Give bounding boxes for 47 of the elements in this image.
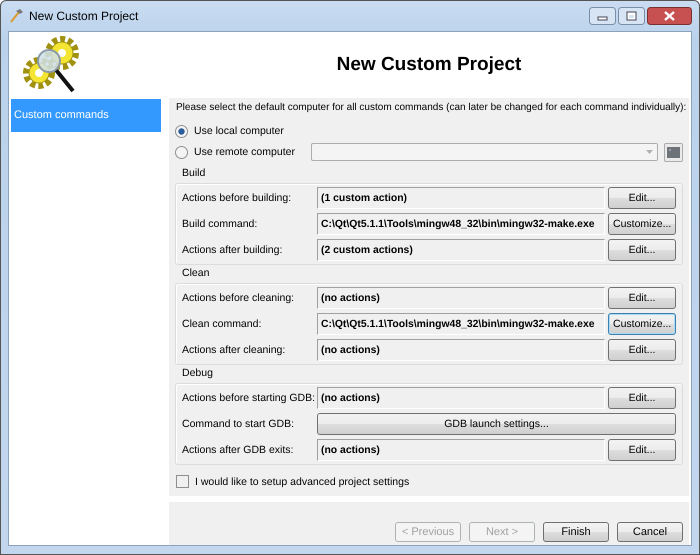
field-label: Actions after cleaning: [182, 344, 286, 356]
instruction-text: Please select the default computer for all custom commands (can later be changed for each command individually): [176, 102, 683, 113]
field-label: Actions before cleaning: [182, 292, 296, 304]
read-only-field: (no actions) [317, 339, 605, 361]
checkbox-label: I would like to setup advanced project settings [195, 476, 410, 488]
dropdown-arrow-icon [646, 150, 653, 154]
maximize-icon[interactable] [618, 7, 645, 25]
field-label: Actions after building: [182, 244, 284, 256]
read-only-field: (2 custom actions) [317, 239, 605, 261]
read-only-field: (no actions) [317, 439, 605, 461]
read-only-field: C:\Qt\Qt5.1.1\Tools\mingw48_32\bin\mingw32-make.exe [317, 313, 605, 335]
radio-button[interactable] [175, 124, 188, 138]
read-only-field: (1 custom action) [317, 187, 605, 209]
wizard-button[interactable]: Cancel [617, 522, 683, 542]
window-title: New Custom Project [29, 9, 140, 23]
terminal-button[interactable] [664, 142, 683, 162]
edit-button[interactable]: Edit... [608, 239, 676, 261]
group-title: Build [181, 167, 206, 181]
terminal-icon [667, 146, 680, 158]
read-only-field: C:\Qt\Qt5.1.1\Tools\mingw48_32\bin\mingw32-make.exe [317, 213, 605, 235]
field-label: Clean command: [182, 318, 262, 330]
edit-button[interactable]: Edit... [608, 439, 676, 461]
radio-label: Use local computer [194, 125, 284, 137]
checkbox[interactable] [176, 475, 189, 488]
edit-button[interactable]: Edit... [608, 339, 676, 361]
launch-settings-button[interactable]: GDB launch settings... [317, 413, 676, 435]
field-label: Actions after GDB exits: [182, 444, 294, 456]
group-title: Debug [181, 367, 214, 381]
wizard-button[interactable]: Finish [543, 522, 609, 542]
read-only-field: (no actions) [317, 387, 605, 409]
field-label: Actions before building: [182, 192, 292, 204]
radio-label: Use remote computer [194, 146, 295, 158]
page-heading: New Custom Project [336, 54, 522, 76]
field-label: Command to start GDB: [182, 418, 296, 430]
edit-button[interactable]: Edit... [608, 287, 676, 309]
hammer-icon [8, 8, 24, 24]
radio-button[interactable] [175, 146, 188, 158]
edit-button[interactable]: Customize... [608, 313, 676, 335]
group-title: Clean [181, 267, 210, 281]
close-icon[interactable] [647, 7, 692, 25]
edit-button[interactable]: Edit... [608, 187, 676, 209]
edit-button[interactable]: Edit... [608, 387, 676, 409]
read-only-field: (no actions) [317, 287, 605, 309]
minimize-icon[interactable] [589, 7, 616, 25]
field-label: Build command: [182, 218, 258, 230]
field-label: Actions before starting GDB: [182, 392, 314, 404]
edit-button[interactable]: Customize... [608, 213, 676, 235]
